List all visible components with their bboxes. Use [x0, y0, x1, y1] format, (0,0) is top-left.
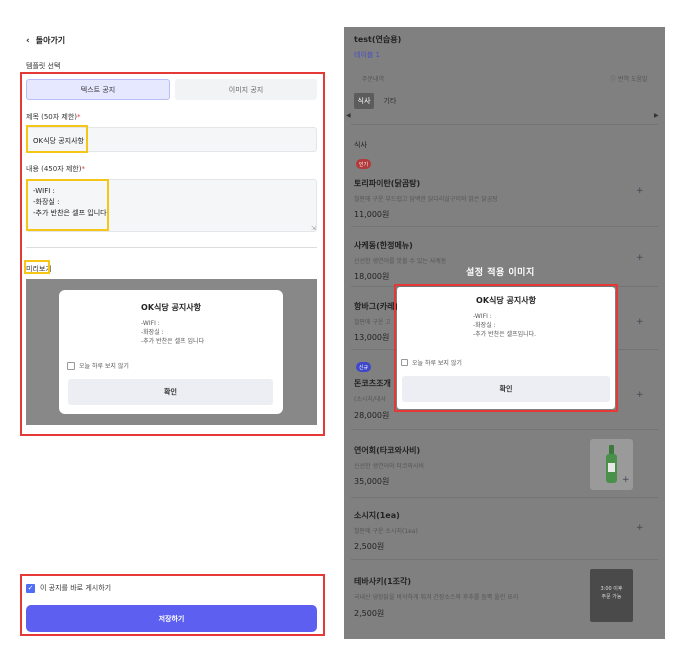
menu-item-name[interactable]: 테바사키(1조각)	[354, 576, 411, 587]
segment-meal[interactable]: 식사	[354, 93, 374, 109]
section-title: 식사	[354, 141, 367, 149]
translate-help-label: 번역 도움말	[618, 76, 648, 83]
menu-item-desc: (소시지/데사	[354, 396, 386, 403]
preview-confirm-button[interactable]: 확인	[68, 379, 273, 405]
menu-item-price: 11,000원	[354, 210, 390, 219]
menu-item-name[interactable]: 소시지(1ea)	[354, 510, 400, 521]
menu-item-name[interactable]: 사케동(한정메뉴)	[354, 240, 413, 251]
scroll-right-icon[interactable]: ▶	[654, 112, 659, 119]
menu-item-name[interactable]: 연어회(타코와사비)	[354, 445, 420, 456]
title-label-text: 제목 (50자 제한)	[26, 113, 78, 121]
add-icon[interactable]: +	[636, 523, 644, 533]
add-icon[interactable]: +	[636, 390, 644, 400]
preview-dont-show-row[interactable]: 오늘 하루 보지 않기	[67, 361, 129, 370]
preview-line: -WIFI :	[141, 320, 160, 327]
title-value: OK식당 공지사항	[33, 137, 84, 145]
menu-item-price: 2,500원	[354, 609, 385, 618]
overlay-caption: 설정 적용 이미지	[466, 268, 535, 278]
store-name: test(연습용)	[354, 35, 402, 44]
available-time-note: 3:00 이후 주문 가능	[600, 586, 623, 600]
applied-dont-show-row[interactable]: 오늘 하루 보지 않기	[401, 358, 462, 367]
unavailable-tile: 3:00 이후 주문 가능	[590, 569, 633, 622]
translate-help-link[interactable]: ⓘ 번역 도움말	[610, 74, 648, 83]
preview-dont-show-label: 오늘 하루 보지 않기	[79, 363, 129, 370]
template-select-label: 템플릿 선택	[26, 62, 61, 70]
preview-modal-title: OK식당 공지사항	[141, 303, 201, 312]
save-button[interactable]: 저장하기	[26, 605, 317, 632]
badge-new: 신규	[356, 362, 371, 372]
content-required-mark: *	[81, 165, 85, 173]
add-icon[interactable]: +	[636, 317, 644, 327]
menu-preview-panel: test(연습용) 테이블 1 주문내역 ⓘ 번역 도움말 식사 기타 ◀ ▶ 식…	[344, 27, 665, 639]
content-lines: -WIFI : -화장실 : -추가 반찬은 셀프 입니다	[33, 186, 107, 219]
divider	[351, 497, 658, 498]
tab-image-notice[interactable]: 이미지 공지	[175, 79, 317, 100]
content-line: -WIFI :	[33, 187, 55, 195]
menu-item-name[interactable]: 항바그(카레)	[354, 301, 398, 312]
menu-item-desc: 철판에 구운 고	[354, 319, 391, 326]
publish-checkbox-row[interactable]: ✓ 이 공지를 바로 게시하기	[26, 583, 111, 593]
applied-line: -WIFI :	[473, 313, 492, 320]
menu-item-name[interactable]: 토리파이탄(닭곰탕)	[354, 178, 420, 189]
menu-item-desc: 철판에 구운 소시지(1ea)	[354, 528, 418, 535]
template-tabs: 텍스트 공지 이미지 공지	[26, 79, 317, 100]
menu-item-price: 28,000원	[354, 411, 390, 420]
content-label-text: 내용 (450자 제한)	[26, 165, 82, 173]
menu-item-desc: 철판에 구운 부드럽고 담백한 닭다리살구이와 맑은 닭곰탕	[354, 196, 498, 203]
menu-item-desc: 신선한 생연어를 맛볼 수 있는 사케동	[354, 258, 447, 265]
preview-label-highlight	[24, 260, 50, 274]
menu-item-desc: 국내산 냉장닭을 바삭하게 튀겨 간장소스와 후추를 듬뿍 올린 요리	[354, 594, 519, 601]
preview-modal: OK식당 공지사항 -WIFI : -화장실 : -추가 반찬은 셀프 입니다 …	[59, 290, 283, 414]
preview-line: -화장실 :	[141, 329, 164, 336]
badge-popular: 인기	[356, 159, 371, 169]
divider	[351, 429, 658, 430]
applied-modal-body: -WIFI : -화장실 : -추가 반찬은 셀프입니다.	[473, 312, 536, 339]
back-button[interactable]: ‹ 돌아가기	[26, 35, 65, 46]
back-label: 돌아가기	[35, 36, 66, 45]
menu-item-price: 2,500원	[354, 542, 385, 551]
table-name: 테이블 1	[354, 51, 380, 59]
publish-label: 이 공지를 바로 게시하기	[40, 584, 112, 592]
content-label: 내용 (450자 제한)*	[26, 164, 85, 174]
applied-line: -추가 반찬은 셀프입니다.	[473, 331, 537, 338]
content-line: -추가 반찬은 셀프 입니다	[33, 208, 107, 217]
add-icon[interactable]: +	[636, 253, 644, 263]
applied-modal: OK식당 공지사항 -WIFI : -화장실 : -추가 반찬은 셀프입니다. …	[397, 287, 615, 409]
menu-item-price: 35,000원	[354, 477, 390, 486]
info-icon: ⓘ	[610, 76, 617, 83]
checkbox-icon[interactable]	[401, 359, 408, 366]
resize-handle-icon[interactable]: ⇲	[311, 225, 316, 232]
checkbox-checked-icon[interactable]: ✓	[26, 583, 35, 593]
applied-line: -화장실 :	[473, 322, 496, 329]
applied-dont-show-label: 오늘 하루 보지 않기	[412, 360, 462, 367]
add-icon[interactable]: +	[636, 186, 644, 196]
menu-item-price: 18,000원	[354, 272, 390, 281]
screen-root: ‹ 돌아가기 템플릿 선택 텍스트 공지 이미지 공지 제목 (50자 제한)*…	[0, 0, 688, 657]
add-icon[interactable]: +	[622, 475, 630, 485]
chevron-left-icon: ‹	[26, 35, 30, 46]
divider	[26, 247, 317, 248]
title-required-mark: *	[77, 113, 81, 121]
title-label: 제목 (50자 제한)*	[26, 112, 81, 122]
preview-area: OK식당 공지사항 -WIFI : -화장실 : -추가 반찬은 셀프 입니다 …	[26, 279, 317, 425]
notice-editor-panel: ‹ 돌아가기 템플릿 선택 텍스트 공지 이미지 공지 제목 (50자 제한)*…	[0, 0, 340, 657]
order-history-link[interactable]: 주문내역	[362, 74, 384, 83]
tab-text-notice[interactable]: 텍스트 공지	[26, 79, 170, 100]
divider	[351, 226, 658, 227]
divider	[351, 124, 658, 125]
scroll-left-icon[interactable]: ◀	[346, 112, 351, 119]
menu-item-desc: 신선한 생연어와 타코와사비	[354, 463, 425, 470]
content-line: -화장실 :	[33, 197, 60, 206]
menu-item-price: 13,000원	[354, 333, 390, 342]
preview-modal-body: -WIFI : -화장실 : -추가 반찬은 셀프 입니다	[141, 319, 204, 346]
divider	[351, 559, 658, 560]
applied-confirm-button[interactable]: 확인	[402, 376, 610, 402]
checkbox-icon[interactable]	[67, 361, 75, 370]
menu-item-name[interactable]: 돈코츠조개	[354, 378, 391, 389]
bottle-icon	[606, 445, 617, 483]
applied-modal-title: OK식당 공지사항	[476, 296, 536, 305]
segment-etc[interactable]: 기타	[379, 93, 401, 109]
preview-line: -추가 반찬은 셀프 입니다	[141, 338, 205, 345]
